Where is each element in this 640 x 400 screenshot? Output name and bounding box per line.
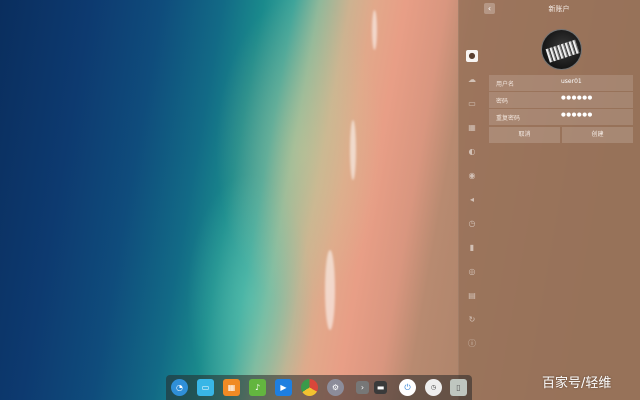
shutdown-icon[interactable]: ⏻ [399, 379, 416, 396]
confirm-password-input[interactable]: ●●●●●● [561, 112, 593, 118]
dock: ◔ ▭ ▦ ♪ ▶ ⚙ › ▬ ⏻ ◷ ▯ [166, 375, 472, 400]
username-input[interactable]: user01 [561, 78, 582, 85]
keyboard-icon: ▤ [468, 291, 476, 300]
sidebar-item-update[interactable]: ↻ [466, 314, 478, 326]
chrome-icon[interactable] [301, 379, 318, 396]
trash-icon[interactable]: ▯ [450, 379, 467, 396]
control-center-panel: ‹ 新账户 ● ☁ ▭ ▦ ◐ ◉ ◂ ◷ ▮ ◎ ▤ ↻ ⓘ 用户名 user… [458, 0, 640, 400]
password-label: 密码 [496, 98, 509, 105]
sidebar-item-calendar[interactable]: ▦ [466, 122, 478, 134]
time-icon: ◷ [468, 219, 476, 228]
watermark: 百家号/轻维 [542, 376, 612, 391]
file-manager-icon[interactable]: ▭ [197, 379, 214, 396]
network-icon: ◉ [468, 171, 476, 180]
wave-foam [372, 10, 377, 50]
confirm-password-row: 重复密码 ●●●●●● [489, 109, 633, 125]
confirm-password-label: 重复密码 [496, 115, 521, 122]
arrow-icon[interactable]: › [356, 381, 369, 394]
wave-foam [350, 120, 356, 180]
form-actions: 取消 创建 [489, 127, 633, 143]
update-icon: ↻ [468, 315, 476, 324]
terminal-icon[interactable]: ▬ [374, 381, 387, 394]
display-icon: ▭ [468, 99, 476, 108]
sidebar-item-display[interactable]: ▭ [466, 98, 478, 110]
create-button[interactable]: 创建 [562, 127, 633, 143]
music-icon[interactable]: ♪ [249, 379, 266, 396]
username-row: 用户名 user01 [489, 75, 633, 91]
sidebar-item-accounts[interactable]: ● [466, 50, 478, 62]
username-label: 用户名 [496, 81, 515, 88]
sidebar-item-power[interactable]: ▮ [466, 242, 478, 254]
sidebar-item-network[interactable]: ◉ [466, 170, 478, 182]
launcher-icon[interactable]: ◔ [171, 379, 188, 396]
sound-icon: ◂ [469, 195, 474, 204]
sidebar-item-sound[interactable]: ◂ [466, 194, 478, 206]
wave-foam [325, 250, 335, 330]
video-icon[interactable]: ▶ [275, 379, 292, 396]
calendar-icon: ▦ [468, 123, 476, 132]
piano-keys-avatar [545, 39, 581, 63]
settings-icon[interactable]: ⚙ [327, 379, 344, 396]
power-icon: ▮ [469, 243, 475, 252]
panel-header: ‹ 新账户 [459, 0, 640, 20]
cloud-icon: ☁ [468, 75, 476, 84]
sidebar-item-personalization[interactable]: ◐ [466, 146, 478, 158]
sidebar-item-time[interactable]: ◷ [466, 218, 478, 230]
sidebar-item-keyboard[interactable]: ▤ [466, 290, 478, 302]
sidebar-item-mouse[interactable]: ◎ [466, 266, 478, 278]
info-icon: ⓘ [468, 339, 476, 348]
back-button[interactable]: ‹ [484, 3, 495, 14]
chevron-left-icon: ‹ [487, 4, 492, 13]
password-row: 密码 ●●●●●● [489, 92, 633, 108]
app-store-icon[interactable]: ▦ [223, 379, 240, 396]
control-center-sidebar: ● ☁ ▭ ▦ ◐ ◉ ◂ ◷ ▮ ◎ ▤ ↻ ⓘ [459, 44, 487, 354]
new-account-form: 用户名 user01 密码 ●●●●●● 重复密码 ●●●●●● [489, 75, 633, 126]
avatar[interactable] [541, 29, 582, 70]
palette-icon: ◐ [468, 147, 476, 156]
clock-icon[interactable]: ◷ [425, 379, 442, 396]
user-icon: ● [468, 51, 476, 60]
password-input[interactable]: ●●●●●● [561, 95, 593, 101]
sidebar-item-cloud[interactable]: ☁ [466, 74, 478, 86]
page-title: 新账户 [548, 5, 570, 13]
mouse-icon: ◎ [468, 267, 476, 276]
cancel-button[interactable]: 取消 [489, 127, 560, 143]
sidebar-item-info[interactable]: ⓘ [466, 338, 478, 350]
